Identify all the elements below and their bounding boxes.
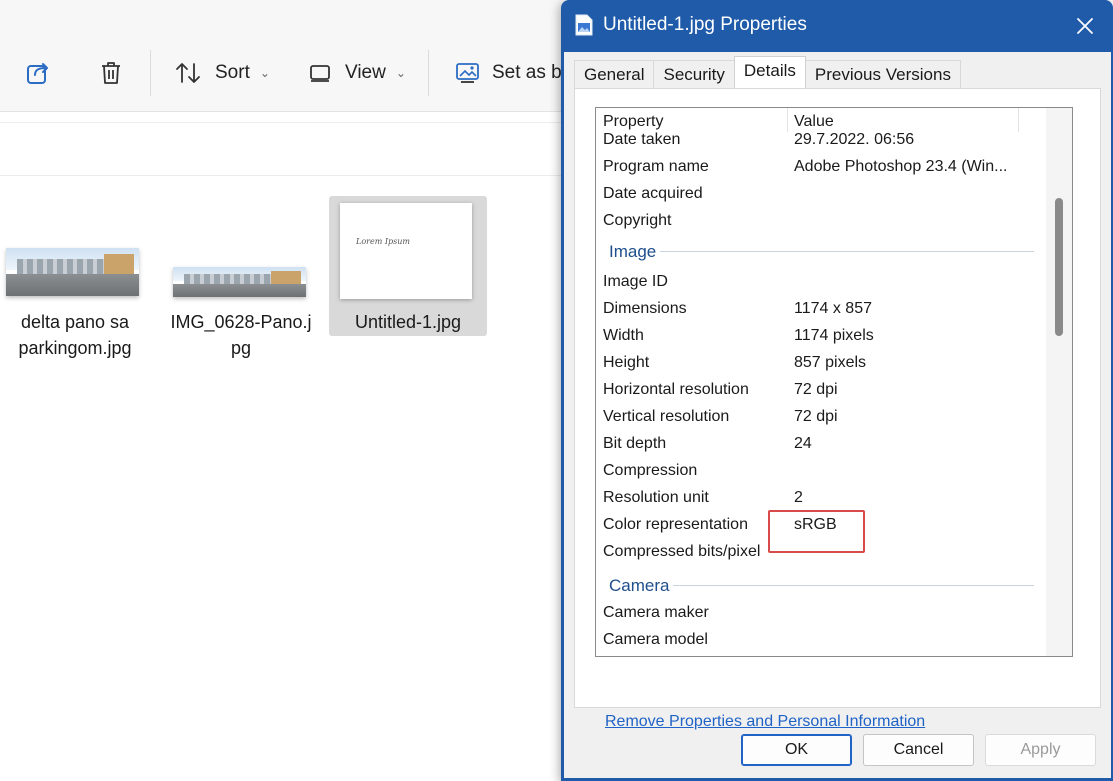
toolbar-divider (150, 50, 151, 96)
property-row[interactable]: Image ID (596, 269, 1046, 296)
property-name: Image ID (603, 273, 668, 290)
section-divider (609, 251, 1034, 252)
sort-label: Sort (215, 62, 250, 83)
property-name: Height (603, 354, 650, 371)
property-name: Vertical resolution (603, 408, 730, 425)
sort-button[interactable]: Sort ⌄ (175, 50, 270, 96)
image-file-icon (575, 14, 593, 41)
set-as-background-button[interactable]: Set as ba (455, 50, 572, 96)
delete-button[interactable] (99, 50, 123, 96)
toolbar-divider (428, 50, 429, 96)
property-name: Bit depth (603, 435, 667, 452)
file-name: parkingom.jpg (18, 338, 132, 358)
chevron-down-icon: ⌄ (259, 66, 270, 80)
property-row[interactable]: Horizontal resolution 72 dpi (596, 377, 1046, 404)
property-row[interactable]: Date taken 29.7.2022. 06:56 (596, 127, 1046, 154)
property-row[interactable]: Camera model (596, 627, 1046, 654)
close-button[interactable] (1071, 12, 1099, 40)
file-item[interactable]: IMG_0628-Pano.j pg (166, 196, 316, 366)
view-icon (309, 63, 331, 83)
file-thumbnail (173, 267, 306, 297)
property-value: 1174 x 857 (794, 300, 872, 317)
properties-dialog: Untitled-1.jpg Properties General Securi… (561, 0, 1113, 781)
property-value: 1174 pixels (794, 327, 874, 344)
section-header-camera: Camera (596, 570, 1046, 600)
file-item[interactable]: delta pano sa parkingom.jpg (0, 196, 150, 366)
section-header-image: Image (596, 236, 1046, 266)
property-row[interactable]: Resolution unit 2 (596, 485, 1046, 512)
title-bar[interactable]: Untitled-1.jpg Properties (561, 0, 1113, 52)
tab-details[interactable]: Details (733, 56, 806, 88)
section-title: Camera (609, 576, 674, 596)
property-name: Camera model (603, 631, 708, 648)
property-name: Copyright (603, 212, 672, 229)
property-value: 29.7.2022. 06:56 (794, 131, 915, 148)
property-name: Dimensions (603, 300, 687, 317)
sort-icon (175, 61, 201, 85)
property-row[interactable]: Bit depth 24 (596, 431, 1046, 458)
property-name: Camera maker (603, 604, 709, 621)
share-button[interactable] (26, 50, 52, 96)
file-name: delta pano sa (20, 312, 130, 332)
dialog-title: Untitled-1.jpg Properties (603, 14, 807, 35)
file-name: IMG_0628-Pano.j (170, 312, 312, 332)
vertical-scrollbar[interactable] (1046, 108, 1072, 656)
property-name: Compressed bits/pixel (603, 543, 761, 560)
cancel-button[interactable]: Cancel (863, 734, 974, 766)
property-value: 72 dpi (794, 381, 838, 398)
tab-general[interactable]: General (574, 60, 655, 88)
view-button[interactable]: View ⌄ (309, 50, 406, 96)
property-row[interactable]: Height 857 pixels (596, 350, 1046, 377)
file-name: pg (230, 338, 252, 358)
property-value: 2 (794, 489, 803, 506)
property-row[interactable]: Copyright (596, 208, 1046, 235)
file-item-selected[interactable]: Lorem Ipsum Untitled-1.jpg (329, 196, 487, 336)
property-row[interactable]: Compression (596, 458, 1046, 485)
share-icon (26, 60, 52, 86)
property-list[interactable]: Property Value Date taken 29.7.2022. 06:… (595, 107, 1073, 657)
property-row[interactable]: Date acquired (596, 181, 1046, 208)
chevron-down-icon: ⌄ (395, 66, 406, 80)
property-name: Compression (603, 462, 698, 479)
thumbnail-text: Lorem Ipsum (356, 237, 410, 246)
file-name: Untitled-1.jpg (354, 312, 462, 332)
apply-button[interactable]: Apply (985, 734, 1096, 766)
property-name: Date taken (603, 131, 681, 148)
tab-security[interactable]: Security (653, 60, 735, 88)
ok-button[interactable]: OK (741, 734, 852, 766)
annotation-highlight-box (768, 510, 865, 553)
property-name: Date acquired (603, 185, 703, 202)
property-name: Program name (603, 158, 709, 175)
property-value: 24 (794, 435, 812, 452)
remove-properties-link[interactable]: Remove Properties and Personal Informati… (605, 713, 925, 731)
property-name: Color representation (603, 516, 748, 533)
property-row[interactable]: Width 1174 pixels (596, 323, 1046, 350)
property-value: 72 dpi (794, 408, 838, 425)
property-name: Resolution unit (603, 489, 709, 506)
image-icon (455, 61, 481, 85)
property-value: 857 pixels (794, 354, 867, 371)
file-thumbnail (6, 248, 139, 296)
close-icon (1077, 18, 1093, 34)
details-panel: Property Value Date taken 29.7.2022. 06:… (574, 88, 1101, 730)
property-row[interactable]: Camera maker (596, 600, 1046, 627)
section-title: Image (609, 242, 661, 262)
file-thumbnail: Lorem Ipsum (340, 203, 472, 299)
property-name: Width (603, 327, 644, 344)
scrollbar-thumb[interactable] (1055, 198, 1063, 336)
trash-icon (99, 60, 123, 86)
property-row[interactable]: Dimensions 1174 x 857 (596, 296, 1046, 323)
property-row[interactable]: Vertical resolution 72 dpi (596, 404, 1046, 431)
property-value: Adobe Photoshop 23.4 (Win... (794, 158, 1008, 175)
tab-strip: General Security Details Previous Versio… (574, 56, 961, 88)
tab-previous-versions[interactable]: Previous Versions (804, 60, 961, 88)
property-row[interactable]: Program name Adobe Photoshop 23.4 (Win..… (596, 154, 1046, 181)
dialog-body: General Security Details Previous Versio… (564, 52, 1111, 778)
property-name: Horizontal resolution (603, 381, 749, 398)
view-label: View (345, 62, 386, 83)
